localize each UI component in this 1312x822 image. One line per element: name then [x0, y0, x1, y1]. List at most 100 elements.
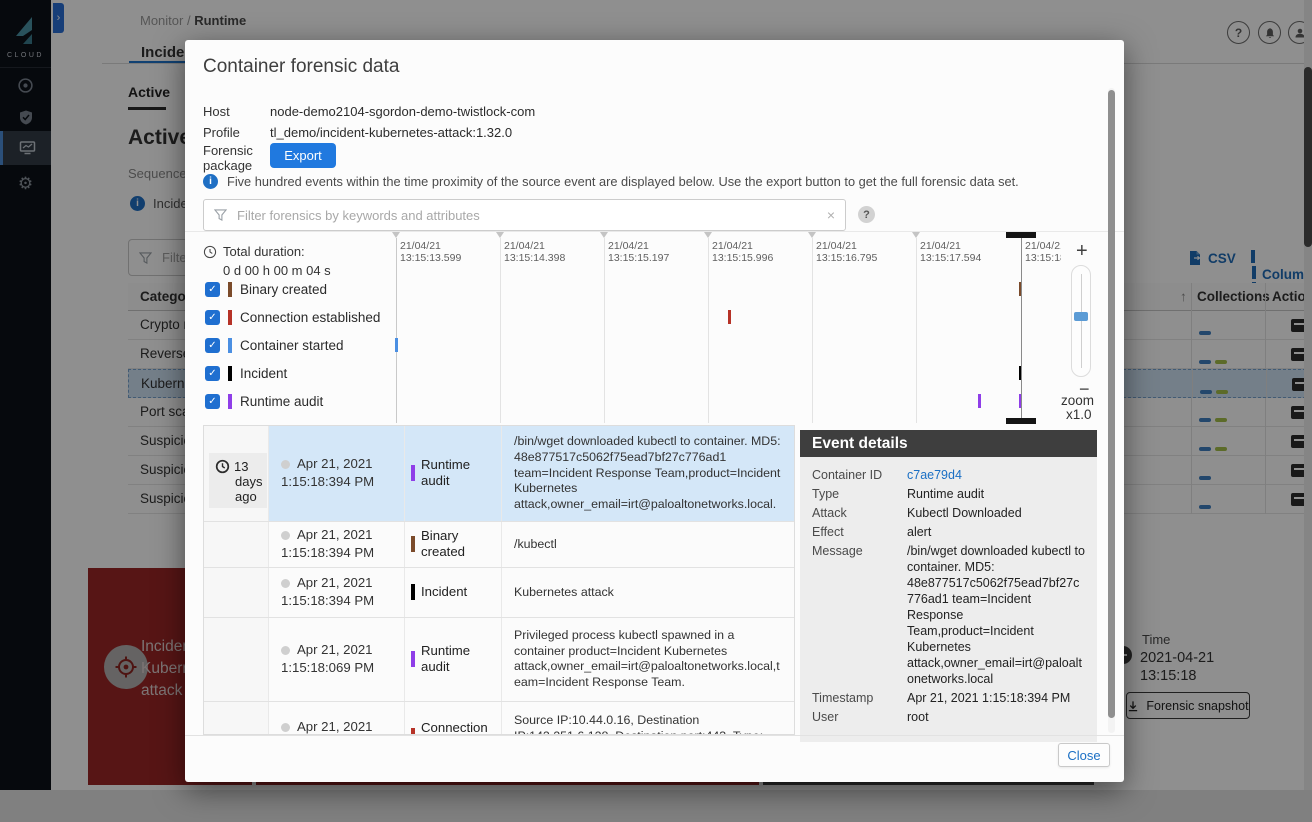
- type-color-chip: [411, 536, 415, 552]
- age-badge: 13 days ago: [209, 453, 267, 508]
- container-id-link[interactable]: c7ae79d4: [907, 467, 1085, 483]
- event-age-cell: 13 days ago: [204, 426, 269, 521]
- legend-connection-established: ✓ Connection established: [205, 309, 380, 325]
- timeline-gridline: [812, 238, 813, 423]
- event-dot-icon: [281, 531, 290, 540]
- event-details-panel: Event details Container ID c7ae79d4 Type…: [800, 430, 1097, 742]
- host-value: node-demo2104-sgordon-demo-twistlock-com: [270, 104, 535, 119]
- forensic-event-list: 13 days ago Apr 21, 2021 1:15:18:394 PM …: [203, 425, 795, 735]
- event-row[interactable]: Apr 21, 2021 1:15:16:157 PM Connection e…: [204, 702, 794, 735]
- age-number: 13: [234, 459, 248, 474]
- timeline-tick: 21/04/2113:15:16.795: [816, 240, 877, 264]
- timeline-gridline: [500, 238, 501, 423]
- modal-footer: Close: [185, 735, 1124, 782]
- profile-label: Profile: [203, 125, 240, 140]
- mark-container-started[interactable]: [395, 338, 398, 352]
- timeline-tick: 21/04/2113:15:14.398: [504, 240, 565, 264]
- type-color-chip: [411, 465, 415, 481]
- event-message-cell: /kubectl: [502, 522, 794, 567]
- timeline-tick: 21/04/2113:15:17.594: [920, 240, 981, 264]
- event-age-cell: [204, 522, 269, 567]
- zoom-slider[interactable]: [1071, 265, 1091, 377]
- package-label: Forensic package: [203, 143, 253, 173]
- event-dot-icon: [281, 579, 290, 588]
- detail-row: Timestamp Apr 21, 2021 1:15:18:394 PM: [812, 690, 1085, 706]
- detail-row: Attack Kubectl Downloaded: [812, 505, 1085, 521]
- clock-icon: [203, 245, 217, 259]
- event-message-cell: Kubernetes attack: [502, 568, 794, 617]
- event-dot-icon: [281, 460, 290, 469]
- zoom-in-button[interactable]: +: [1076, 240, 1088, 263]
- checkbox-binary-created[interactable]: ✓: [205, 282, 220, 297]
- timeline-tick: 21/04/2113:15:15.996: [712, 240, 773, 264]
- event-row-selected[interactable]: 13 days ago Apr 21, 2021 1:15:18:394 PM …: [204, 426, 794, 522]
- legend-color-chip: [228, 394, 232, 409]
- timeline-gridline: [604, 238, 605, 423]
- event-time-cell: Apr 21, 2021 1:15:18:394 PM: [269, 426, 405, 521]
- total-duration-label: Total duration:: [223, 244, 305, 259]
- timeline-gridline: [708, 238, 709, 423]
- event-time-cell: Apr 21, 2021 1:15:16:157 PM: [269, 702, 405, 735]
- brush-handle-bottom[interactable]: [1006, 418, 1036, 424]
- event-message-cell: /bin/wget downloaded kubectl to containe…: [502, 426, 794, 521]
- filter-help-button[interactable]: ?: [858, 206, 875, 223]
- legend-binary-created: ✓ Binary created: [205, 281, 327, 297]
- modal-scrollbar-thumb[interactable]: [1108, 90, 1115, 718]
- event-type-cell: Runtime audit: [405, 618, 502, 701]
- modal-scrollbar[interactable]: [1108, 88, 1115, 733]
- legend-incident: ✓ Incident: [205, 365, 287, 381]
- legend-color-chip: [228, 366, 232, 381]
- event-dot-icon: [281, 646, 290, 655]
- forensics-filter[interactable]: ×: [203, 199, 846, 231]
- filter-icon: [214, 209, 227, 221]
- checkbox-container-started[interactable]: ✓: [205, 338, 220, 353]
- clear-filter-icon[interactable]: ×: [827, 207, 835, 223]
- event-type-cell: Binary created: [405, 522, 502, 567]
- forensics-filter-input[interactable]: [235, 207, 819, 224]
- event-type-cell: Runtime audit: [405, 426, 502, 521]
- detail-row: Type Runtime audit: [812, 486, 1085, 502]
- legend-container-started: ✓ Container started: [205, 337, 344, 353]
- event-row[interactable]: Apr 21, 2021 1:15:18:394 PM Binary creat…: [204, 522, 794, 568]
- mark-runtime-audit[interactable]: [978, 394, 981, 408]
- timeline-tick: 21/04/2113:15:18.393: [1025, 240, 1061, 264]
- total-duration-value: 0 d 00 h 00 m 04 s: [223, 263, 331, 278]
- modal-info-banner: i Five hundred events within the time pr…: [203, 174, 1019, 189]
- timeline-brush-line[interactable]: [1021, 235, 1022, 423]
- brush-handle-top[interactable]: [1006, 232, 1036, 238]
- screen: Monitor / Runtime Incident explorer ? Ac…: [0, 0, 1312, 822]
- timeline-tick: 21/04/2113:15:15.197: [608, 240, 669, 264]
- zoom-slider-handle[interactable]: [1074, 312, 1088, 321]
- detail-row: User root: [812, 709, 1085, 725]
- detail-row: Container ID c7ae79d4: [812, 467, 1085, 483]
- legend-color-chip: [228, 282, 232, 297]
- total-duration: Total duration:: [203, 244, 305, 259]
- type-color-chip: [411, 651, 415, 667]
- event-time-cell: Apr 21, 2021 1:15:18:069 PM: [269, 618, 405, 701]
- legend-color-chip: [228, 338, 232, 353]
- close-button[interactable]: Close: [1058, 743, 1110, 767]
- event-details-body: Container ID c7ae79d4 Type Runtime audit…: [800, 457, 1097, 742]
- event-time-cell: Apr 21, 2021 1:15:18:394 PM: [269, 522, 405, 567]
- info-icon: i: [203, 174, 218, 189]
- checkbox-connection-established[interactable]: ✓: [205, 310, 220, 325]
- event-row[interactable]: Apr 21, 2021 1:15:18:069 PM Runtime audi…: [204, 618, 794, 702]
- mark-connection-established[interactable]: [728, 310, 731, 324]
- event-time-cell: Apr 21, 2021 1:15:18:394 PM: [269, 568, 405, 617]
- clock-icon: [215, 459, 230, 474]
- forensics-timeline: Total duration: 0 d 00 h 00 m 04 s ✓ Bin…: [185, 231, 1124, 425]
- timeline-gridline: [916, 238, 917, 423]
- zoom-label: zoom: [1061, 393, 1094, 408]
- checkbox-incident[interactable]: ✓: [205, 366, 220, 381]
- profile-value: tl_demo/incident-kubernetes-attack:1.32.…: [270, 125, 512, 140]
- checkbox-runtime-audit[interactable]: ✓: [205, 394, 220, 409]
- event-message-cell: Privileged process kubectl spawned in a …: [502, 618, 794, 701]
- detail-row: Message /bin/wget downloaded kubectl to …: [812, 543, 1085, 687]
- event-type-cell: Incident: [405, 568, 502, 617]
- event-age-cell: [204, 618, 269, 701]
- event-message-cell: Source IP:10.44.0.16, Destination IP:142…: [502, 702, 794, 735]
- event-dot-icon: [281, 723, 290, 732]
- event-row[interactable]: Apr 21, 2021 1:15:18:394 PM Incident Kub…: [204, 568, 794, 618]
- event-type-cell: Connection established: [405, 702, 502, 735]
- export-button[interactable]: Export: [270, 143, 336, 168]
